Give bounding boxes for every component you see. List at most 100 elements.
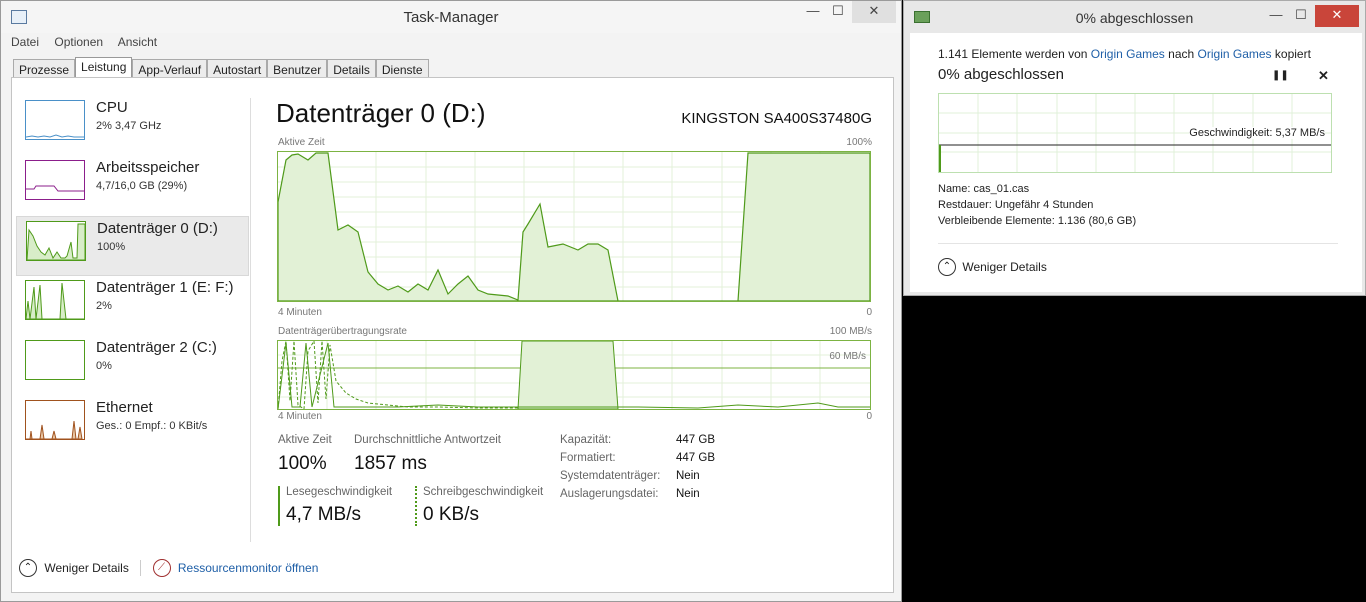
memory-thumbnail-graph [25, 160, 85, 200]
graph1-timespan: 4 Minuten [278, 307, 322, 318]
divider [140, 560, 142, 576]
open-resource-monitor-link[interactable]: Ressourcenmonitor öffnen [178, 561, 319, 575]
sidebar-item-ethernet[interactable]: Ethernet Ges.: 0 Empf.: 0 KBit/s [16, 396, 249, 456]
sidebar-item-cpu[interactable]: CPU 2% 3,47 GHz [16, 96, 249, 156]
copy-summary-prefix: 1.141 Elemente werden von [938, 47, 1088, 61]
graph1-max-label: 100% [846, 137, 872, 148]
sidebar-item-memory[interactable]: Arbeitsspeicher 4,7/16,0 GB (29%) [16, 156, 249, 216]
sidebar-item-label: CPU [96, 99, 128, 116]
sidebar-item-disk-2[interactable]: Datenträger 2 (C:) 0% [16, 336, 249, 396]
sidebar-item-value: Ges.: 0 Empf.: 0 KBit/s [96, 420, 208, 432]
sidebar-item-value: 4,7/16,0 GB (29%) [96, 180, 188, 192]
graph2-label: Datenträgerübertragungsrate [278, 326, 407, 337]
read-speed-indicator [278, 486, 280, 526]
disk-model: KINGSTON SA400S37480G [681, 110, 872, 127]
menu-bar: Datei Optionen Ansicht [11, 35, 169, 53]
time-remaining-label: Restdauer: [938, 199, 992, 211]
response-time-label: Durchschnittliche Antwortzeit [354, 434, 502, 446]
pause-icon[interactable]: ❚❚ [1272, 70, 1289, 81]
chevron-up-icon[interactable]: ⌃ [938, 258, 956, 276]
sidebar-item-label: Datenträger 2 (C:) [96, 339, 217, 356]
pagefile-label: Auslagerungsdatei: [560, 488, 659, 500]
items-remaining-row: Verbleibende Elemente: 1.136 (80,6 GB) [938, 215, 1136, 227]
tab-autostart[interactable]: Autostart [207, 59, 268, 79]
sidebar-item-label: Ethernet [96, 399, 153, 416]
disk2-thumbnail-graph [25, 340, 85, 380]
graph2-min-label: 0 [866, 411, 872, 422]
system-disk-label: Systemdatenträger: [560, 470, 661, 482]
active-time-label: Aktive Zeit [278, 434, 332, 446]
formatted-value: 447 GB [676, 452, 715, 464]
copy-close-button[interactable]: ✕ [1315, 5, 1359, 27]
menu-datei[interactable]: Datei [11, 35, 39, 49]
sidebar-item-label: Arbeitsspeicher [96, 159, 200, 176]
graph1-label: Aktive Zeit [278, 137, 325, 148]
tab-details[interactable]: Details [327, 59, 376, 79]
graph1-min-label: 0 [866, 307, 872, 318]
copy-less-details-label[interactable]: Weniger Details [962, 260, 1046, 274]
response-time-value: 1857 ms [354, 453, 427, 474]
close-button[interactable]: ✕ [852, 1, 896, 23]
chevron-up-icon[interactable]: ⌃ [19, 559, 37, 577]
write-speed-indicator [415, 486, 417, 526]
progress-text: 0% abgeschlossen [938, 66, 1064, 83]
formatted-label: Formatiert: [560, 452, 616, 464]
tab-dienste[interactable]: Dienste [375, 59, 429, 79]
items-remaining-label: Verbleibende Elemente: [938, 215, 1055, 227]
time-remaining-row: Restdauer: Ungefähr 4 Stunden [938, 199, 1093, 211]
read-speed-label: Lesegeschwindigkeit [286, 486, 393, 498]
cancel-icon[interactable]: ✕ [1318, 68, 1329, 84]
resource-sidebar: CPU 2% 3,47 GHz Arbeitsspeicher 4,7/16,0… [16, 96, 249, 456]
write-speed-label: Schreibgeschwindigkeit [423, 486, 544, 498]
graph2-mid-label: 60 MB/s [829, 351, 866, 362]
sidebar-item-label: Datenträger 1 (E: F:) [96, 279, 234, 296]
sidebar-divider [250, 98, 251, 542]
maximize-button[interactable]: ☐ [826, 1, 850, 23]
copy-summary-suffix: kopiert [1274, 47, 1311, 61]
capacity-label: Kapazität: [560, 434, 612, 446]
copy-maximize-button[interactable]: ☐ [1289, 5, 1313, 27]
copy-less-details[interactable]: ⌃ Weniger Details [938, 258, 1047, 276]
disk1-thumbnail-graph [25, 280, 85, 320]
copy-summary-line: 1.141 Elemente werden von Origin Games n… [938, 47, 1311, 61]
copy-speed-label: Geschwindigkeit: 5,37 MB/s [1189, 127, 1325, 139]
sidebar-item-label: Datenträger 0 (D:) [97, 220, 218, 237]
copy-minimize-button[interactable]: — [1264, 5, 1288, 27]
ethernet-thumbnail-graph [25, 400, 85, 440]
page-title: Datenträger 0 (D:) [276, 98, 486, 128]
tab-benutzer[interactable]: Benutzer [267, 59, 328, 79]
system-disk-value: Nein [676, 470, 700, 482]
menu-ansicht[interactable]: Ansicht [118, 35, 157, 49]
capacity-value: 447 GB [676, 434, 715, 446]
tab-app-verlauf[interactable]: App-Verlauf [132, 59, 208, 79]
graph2-timespan: 4 Minuten [278, 411, 322, 422]
menu-optionen[interactable]: Optionen [54, 35, 103, 49]
cpu-thumbnail-graph [25, 100, 85, 140]
sidebar-item-value: 100% [97, 241, 126, 253]
pagefile-value: Nein [676, 488, 700, 500]
sidebar-item-value: 2% [96, 300, 112, 312]
tab-prozesse[interactable]: Prozesse [13, 59, 76, 79]
copy-title-bar[interactable]: 0% abgeschlossen — ☐ ✕ [904, 1, 1365, 33]
sidebar-item-disk-0[interactable]: Datenträger 0 (D:) 100% [16, 216, 249, 276]
items-remaining-value: 1.136 (80,6 GB) [1057, 215, 1137, 227]
sidebar-item-value: 2% 3,47 GHz [96, 120, 162, 132]
minimize-button[interactable]: — [801, 1, 825, 23]
window-title: Task-Manager [403, 9, 499, 26]
title-bar[interactable]: Task-Manager — ☐ ✕ [1, 1, 901, 33]
target-folder-link[interactable]: Origin Games [1198, 47, 1272, 61]
disk-detail-panel: Datenträger 0 (D:) KINGSTON SA400S37480G… [276, 78, 886, 548]
performance-panel: CPU 2% 3,47 GHz Arbeitsspeicher 4,7/16,0… [11, 77, 894, 593]
graph2-max-label: 100 MB/s [829, 326, 872, 337]
write-speed-value: 0 KB/s [423, 504, 479, 525]
tab-strip: Prozesse Leistung App-Verlauf Autostart Benu… [13, 57, 429, 79]
file-name-row: Name: cas_01.cas [938, 183, 1029, 195]
sidebar-item-value: 0% [96, 360, 112, 372]
source-folder-link[interactable]: Origin Games [1091, 47, 1165, 61]
tab-leistung[interactable]: Leistung [75, 57, 133, 79]
sidebar-item-disk-1[interactable]: Datenträger 1 (E: F:) 2% [16, 276, 249, 336]
read-speed-value: 4,7 MB/s [286, 504, 361, 525]
resource-monitor-icon[interactable]: ⟋ [152, 559, 171, 577]
disk0-thumbnail-graph [26, 221, 86, 261]
less-details-link[interactable]: Weniger Details [44, 561, 128, 575]
